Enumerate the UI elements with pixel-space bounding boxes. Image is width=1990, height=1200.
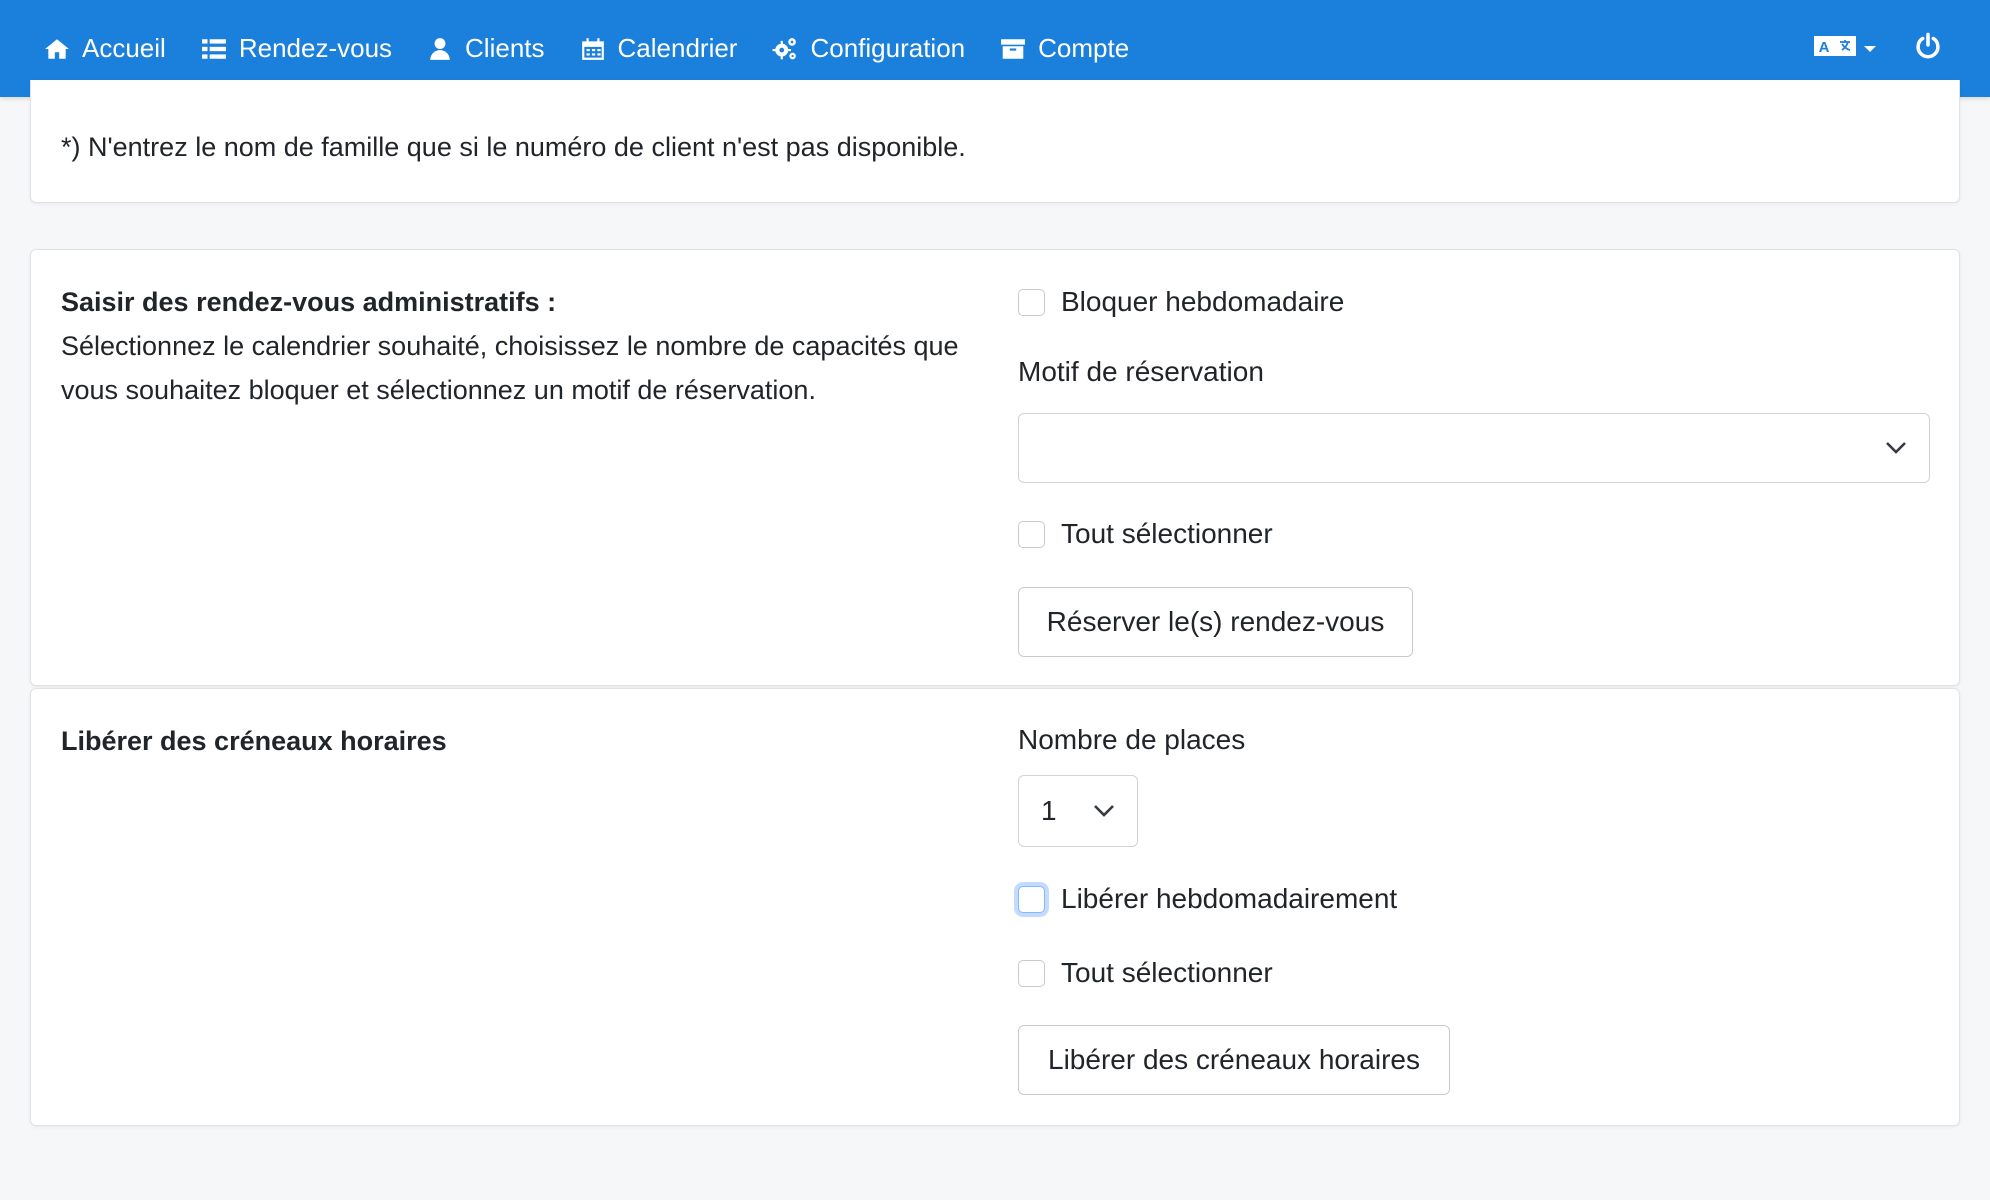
release-select-all-checkbox[interactable] xyxy=(1018,959,1045,987)
nav-menu: Accueil Rendez-vous Clients Calendrier C… xyxy=(44,33,1164,64)
block-weekly-label[interactable]: Bloquer hebdomadaire xyxy=(1061,286,1344,318)
chevron-down-icon xyxy=(1093,804,1115,818)
admin-section-description: Sélectionnez le calendrier souhaité, cho… xyxy=(61,331,959,405)
nav-item-accueil[interactable]: Accueil xyxy=(44,33,166,64)
nav-item-label: Clients xyxy=(465,33,545,63)
places-label: Nombre de places xyxy=(1018,724,1246,755)
release-section-title: Libérer des créneaux horaires xyxy=(61,726,447,756)
notice-card: *) N'entrez le nom de famille que si le … xyxy=(30,80,1960,203)
nav-item-rendez-vous[interactable]: Rendez-vous xyxy=(201,33,392,64)
reason-label: Motif de réservation xyxy=(1018,356,1264,387)
release-weekly-label[interactable]: Libérer hebdomadairement xyxy=(1061,883,1397,915)
nav-item-calendrier[interactable]: Calendrier xyxy=(580,33,738,64)
nav-item-compte[interactable]: Compte xyxy=(1000,33,1129,64)
release-slots-card: Libérer des créneaux horaires Nombre de … xyxy=(30,688,1960,1126)
language-dropdown[interactable]: A xyxy=(1814,34,1876,63)
svg-text:A: A xyxy=(1819,39,1830,56)
release-select-all-label[interactable]: Tout sélectionner xyxy=(1061,957,1273,989)
admin-select-all-label[interactable]: Tout sélectionner xyxy=(1061,518,1273,550)
nav-item-label: Rendez-vous xyxy=(238,33,393,63)
client-number-notice: *) N'entrez le nom de famille que si le … xyxy=(61,132,966,162)
nav-item-label: Accueil xyxy=(82,33,166,63)
nav-item-label: Compte xyxy=(1038,33,1130,63)
block-weekly-row: Bloquer hebdomadaire xyxy=(1018,282,1344,322)
admin-select-all-checkbox[interactable] xyxy=(1018,520,1045,548)
language-icon: A xyxy=(1814,34,1856,63)
release-info: Libérer des créneaux horaires xyxy=(61,719,961,763)
archive-icon xyxy=(1000,36,1026,62)
caret-down-icon xyxy=(1864,45,1876,52)
release-form: Nombre de places 1 Libérer hebdomadairem… xyxy=(1018,689,1930,1127)
home-icon xyxy=(44,36,70,62)
release-select-all-row: Tout sélectionner xyxy=(1018,953,1273,993)
places-select-value: 1 xyxy=(1041,795,1057,826)
logout-button[interactable] xyxy=(1914,32,1942,65)
block-weekly-checkbox[interactable] xyxy=(1018,288,1045,316)
release-slots-button[interactable]: Libérer des créneaux horaires xyxy=(1018,1025,1450,1095)
cogs-icon xyxy=(772,36,798,62)
nav-item-label: Configuration xyxy=(810,33,966,63)
nav-item-label: Calendrier xyxy=(617,33,738,63)
nav-item-configuration[interactable]: Configuration xyxy=(772,33,965,64)
admin-appointments-card: Saisir des rendez-vous administratifs : … xyxy=(30,249,1960,686)
admin-info: Saisir des rendez-vous administratifs : … xyxy=(61,280,961,412)
admin-section-title: Saisir des rendez-vous administratifs : xyxy=(61,287,557,317)
admin-form: Bloquer hebdomadaire Motif de réservatio… xyxy=(1018,250,1930,687)
calendar-icon xyxy=(580,36,606,62)
reserve-appointments-button[interactable]: Réserver le(s) rendez-vous xyxy=(1018,587,1413,657)
release-weekly-row: Libérer hebdomadairement xyxy=(1018,879,1397,919)
nav-item-clients[interactable]: Clients xyxy=(427,33,545,64)
power-icon xyxy=(1914,32,1942,65)
list-icon xyxy=(201,36,227,62)
places-select[interactable]: 1 xyxy=(1018,775,1138,847)
user-icon xyxy=(427,36,453,62)
admin-select-all-row: Tout sélectionner xyxy=(1018,514,1273,554)
reason-select[interactable] xyxy=(1018,413,1930,483)
release-weekly-checkbox[interactable] xyxy=(1018,885,1045,913)
chevron-down-icon xyxy=(1885,441,1907,455)
